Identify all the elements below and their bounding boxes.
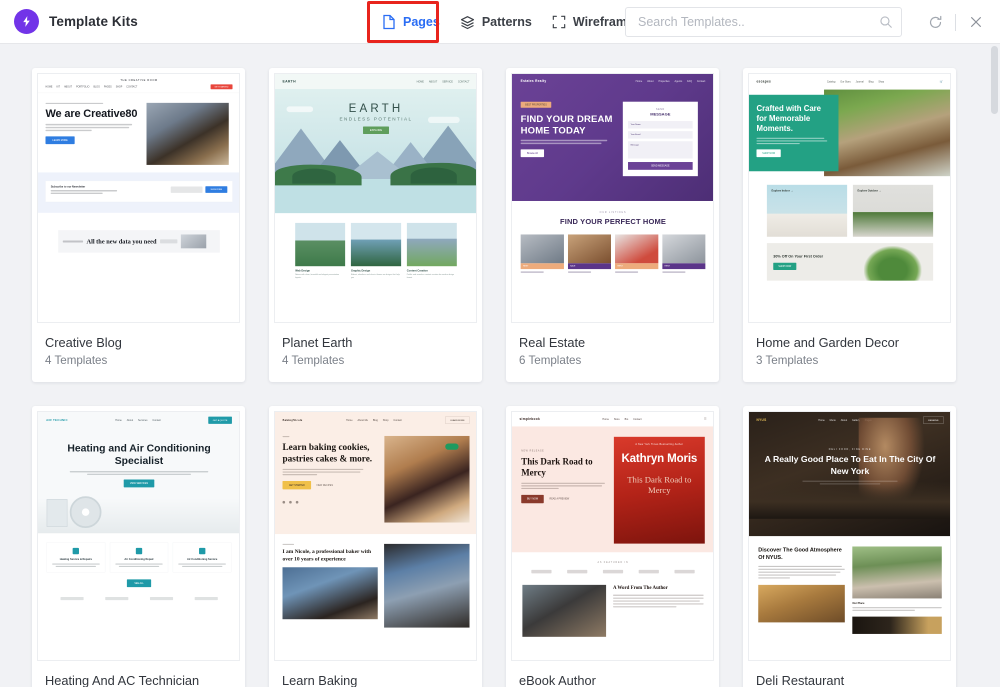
frame-icon xyxy=(552,15,566,29)
card-thumbnail: NYUS HomeMenu AboutGallery Pages RESERVE xyxy=(748,411,951,662)
template-card[interactable]: AIR TECHNIC Home About Services Contact GE… xyxy=(32,406,245,687)
search-input[interactable] xyxy=(625,7,902,37)
preview-photo xyxy=(146,102,229,165)
tab-patterns[interactable]: Patterns xyxy=(450,0,542,44)
card-meta: Home and Garden Decor 3 Templates xyxy=(743,323,956,382)
card-meta: Heating And AC Technician 4 Templates xyxy=(32,661,245,687)
template-card[interactable]: Estates Realty Home About Properties Agent… xyxy=(506,68,719,383)
page-icon xyxy=(382,14,396,30)
card-meta: Planet Earth 4 Templates xyxy=(269,323,482,382)
card-title: Deli Restaurant xyxy=(756,673,845,687)
tab-patterns-label: Patterns xyxy=(481,15,532,29)
card-title: Creative Blog xyxy=(45,335,122,350)
card-thumbnail: THE CREATIVE ROOM HOME KIT ABOUT PORTFOLIO… xyxy=(37,73,240,323)
card-template-count: 4 Templates xyxy=(45,354,108,368)
template-card[interactable]: escapes Catalog Our Story Journal Blog Sho… xyxy=(743,68,956,383)
lightning-bolt-icon xyxy=(14,9,39,34)
header-divider xyxy=(955,13,956,31)
card-meta: Creative Blog 4 Templates xyxy=(32,323,245,382)
card-title: Real Estate xyxy=(519,335,586,350)
card-thumbnail: simplebook Home Store Bio Contact ☰ NEW RE… xyxy=(511,411,714,662)
preview-heading: We are Creative80 xyxy=(45,107,138,120)
layers-icon xyxy=(460,15,475,30)
card-template-count: 4 Templates xyxy=(282,354,345,368)
card-meta: Learn Baking 5 Templates xyxy=(269,661,482,687)
template-card[interactable]: NYUS HomeMenu AboutGallery Pages RESERVE xyxy=(743,406,956,687)
card-thumbnail: EARTH HOME ABOUT SERVICE CONTACT EARTH END… xyxy=(274,73,477,323)
preview-brand: THE CREATIVE ROOM xyxy=(120,78,158,82)
template-card[interactable]: THE CREATIVE ROOM HOME KIT ABOUT PORTFOLIO… xyxy=(32,68,245,383)
preview-cta: GET STARTED xyxy=(210,84,233,90)
card-template-count: 6 Templates xyxy=(519,354,582,368)
card-meta: eBook Author 4 Templates xyxy=(506,661,719,687)
app-title: Template Kits xyxy=(49,14,138,29)
templates-canvas[interactable]: THE CREATIVE ROOM HOME KIT ABOUT PORTFOLIO… xyxy=(0,44,1000,687)
card-thumbnail: BakingNicole Home About Me Blog Shop Conta… xyxy=(274,411,477,662)
app-header: Template Kits Pages Patterns Wireframes … xyxy=(0,0,1000,44)
card-thumbnail: escapes Catalog Our Story Journal Blog Sho… xyxy=(748,73,951,323)
template-card[interactable]: EARTH HOME ABOUT SERVICE CONTACT EARTH END… xyxy=(269,68,482,383)
template-card[interactable]: BakingNicole Home About Me Blog Shop Conta… xyxy=(269,406,482,687)
card-thumbnail: Estates Realty Home About Properties Agent… xyxy=(511,73,714,323)
brand: Template Kits xyxy=(14,9,138,34)
tab-pages-label: Pages xyxy=(403,15,440,29)
tab-pages[interactable]: Pages xyxy=(372,0,450,44)
card-meta: Real Estate 6 Templates xyxy=(506,323,719,382)
refresh-icon[interactable] xyxy=(925,12,945,32)
main-nav: Pages Patterns Wireframes xyxy=(372,0,651,44)
card-template-count: 3 Templates xyxy=(756,354,819,368)
card-title: eBook Author xyxy=(519,673,596,687)
template-grid: THE CREATIVE ROOM HOME KIT ABOUT PORTFOLIO… xyxy=(0,44,1000,687)
search-icon[interactable] xyxy=(879,15,893,29)
card-thumbnail: AIR TECHNIC Home About Services Contact GE… xyxy=(37,411,240,662)
template-card[interactable]: simplebook Home Store Bio Contact ☰ NEW RE… xyxy=(506,406,719,687)
card-title: Heating And AC Technician xyxy=(45,673,200,687)
card-title: Learn Baking xyxy=(282,673,358,687)
card-title: Planet Earth xyxy=(282,335,353,350)
vertical-scrollbar[interactable] xyxy=(991,46,998,114)
card-meta: Deli Restaurant 6 Templates xyxy=(743,661,956,687)
search-container xyxy=(625,7,902,37)
close-icon[interactable] xyxy=(966,12,986,32)
header-actions xyxy=(925,0,986,44)
card-title: Home and Garden Decor xyxy=(756,335,899,350)
